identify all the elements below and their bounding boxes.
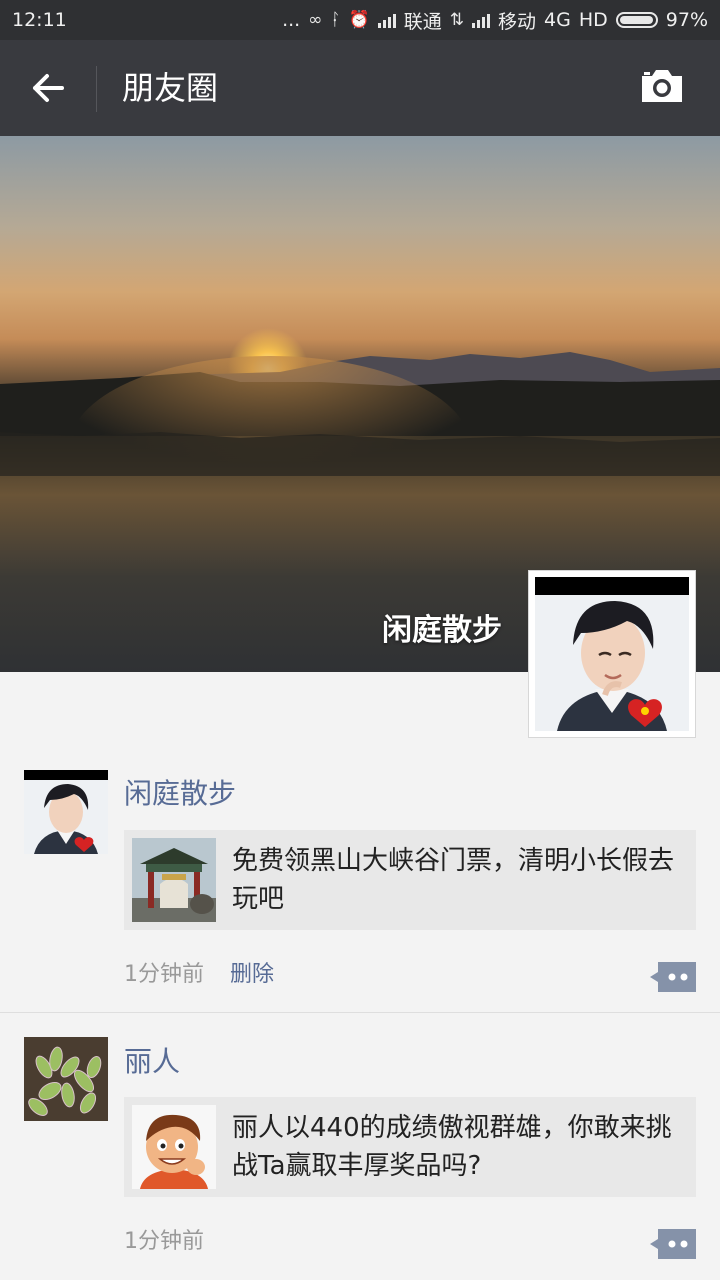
post-avatar[interactable] bbox=[24, 770, 108, 854]
post-avatar[interactable] bbox=[24, 1037, 108, 1121]
sync-icon: ∞ bbox=[308, 10, 323, 30]
profile-avatar[interactable] bbox=[528, 570, 696, 738]
carrier-unicom: 联通 bbox=[403, 10, 442, 33]
signal-icon-2 bbox=[472, 12, 491, 28]
comment-icon bbox=[650, 1229, 696, 1259]
succulent-image bbox=[24, 1037, 108, 1121]
back-button[interactable] bbox=[22, 64, 74, 112]
comment-button[interactable] bbox=[650, 962, 696, 992]
delete-button[interactable]: 删除 bbox=[230, 956, 274, 988]
battery-icon bbox=[615, 12, 658, 28]
link-card[interactable]: 丽人以440的成绩傲视群雄，你敢来挑战Ta赢取丰厚奖品吗? bbox=[124, 1097, 696, 1197]
post-author[interactable]: 丽人 bbox=[124, 1040, 180, 1080]
network-type: 4G bbox=[544, 9, 571, 31]
avatar-image bbox=[24, 770, 108, 854]
status-icons: ... ∞ ᛛ ⏰ 联通 ⇅ 移动 4G HD 97% bbox=[282, 7, 708, 34]
cartoon-boy-image bbox=[132, 1105, 216, 1189]
link-thumbnail bbox=[132, 1105, 216, 1189]
camera-icon bbox=[642, 70, 682, 102]
status-time: 12:11 bbox=[12, 9, 67, 31]
arrow-left-icon bbox=[33, 74, 64, 102]
avatar-image bbox=[535, 577, 689, 731]
comment-button[interactable] bbox=[650, 1229, 696, 1259]
gate-image bbox=[132, 838, 216, 922]
post-author[interactable]: 闲庭散步 bbox=[124, 772, 236, 812]
post-divider bbox=[0, 1012, 720, 1013]
title-bar: 朋友圈 bbox=[0, 40, 720, 136]
more-notifications-icon: ... bbox=[282, 9, 301, 31]
alarm-icon: ⏰ bbox=[348, 10, 370, 30]
title-divider bbox=[96, 66, 97, 112]
post-time: 1分钟前 bbox=[124, 1229, 204, 1254]
link-title: 丽人以440的成绩傲视群雄，你敢来挑战Ta赢取丰厚奖品吗? bbox=[232, 1113, 672, 1181]
bluetooth-icon: ᛛ bbox=[330, 10, 341, 30]
link-title: 免费领黑山大峡谷门票，清明小长假去玩吧 bbox=[232, 846, 675, 914]
post-time: 1分钟前 bbox=[124, 962, 204, 987]
page-title: 朋友圈 bbox=[122, 69, 219, 107]
hd-indicator: HD bbox=[578, 9, 608, 31]
status-bar: 12:11 ... ∞ ᛛ ⏰ 联通 ⇅ 移动 4G HD 97% bbox=[0, 0, 720, 40]
comment-icon bbox=[650, 962, 696, 992]
link-card[interactable]: 免费领黑山大峡谷门票，清明小长假去玩吧 bbox=[124, 830, 696, 930]
link-thumbnail bbox=[132, 838, 216, 922]
data-transfer-icon: ⇅ bbox=[449, 10, 465, 30]
carrier-mobile: 移动 bbox=[498, 10, 537, 33]
cover-username: 闲庭散步 bbox=[382, 613, 502, 648]
battery-percent: 97% bbox=[665, 9, 708, 31]
signal-icon bbox=[377, 12, 396, 28]
camera-button[interactable] bbox=[638, 68, 690, 108]
